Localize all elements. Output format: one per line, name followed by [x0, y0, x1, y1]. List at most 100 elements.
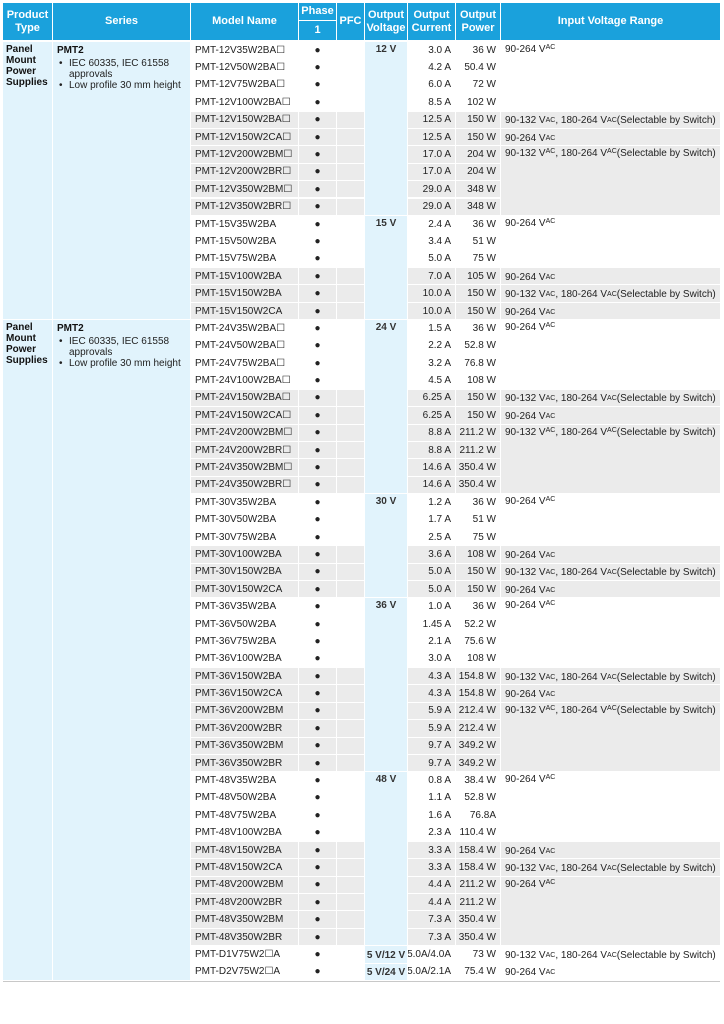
output-current-cell: 10.0 A [408, 285, 455, 302]
series-name: PMT2 [57, 323, 84, 335]
output-current-cell: 6.25 A [408, 389, 455, 407]
pfc-cell [337, 946, 364, 963]
output-current-cell: 8.8 A [408, 441, 455, 459]
output-current-cell: 12.5 A [408, 128, 455, 146]
input-voltage-range-cell: 90-264 V AC [501, 215, 720, 268]
pfc-cell [337, 876, 364, 894]
pfc-cell [337, 337, 364, 354]
series-feature: Low profile 30 mm height [59, 80, 186, 91]
output-current-cell: 5.0A/2.1A [408, 963, 455, 980]
phase-dot: ● [299, 859, 336, 876]
model-name-cell: PMT-15V150W2CA [191, 302, 298, 320]
output-voltage-cell: 5 V/24 V [365, 963, 407, 980]
model-name-cell: PMT-12V150W2BA☐ [191, 111, 298, 128]
input-voltage-range-cell: 90-264 V AC [501, 581, 720, 598]
phase-dot: ● [299, 111, 336, 128]
model-name-cell: PMT-15V35W2BA [191, 215, 298, 233]
output-current-cell: 9.7 A [408, 737, 455, 754]
output-current-cell: 14.6 A [408, 476, 455, 494]
output-power-cell: 211.2 W [456, 424, 500, 441]
output-power-cell: 75 W [456, 528, 500, 546]
model-name-cell: PMT-30V150W2BA [191, 563, 298, 581]
phase-dot: ● [299, 337, 336, 354]
model-name-cell: PMT-12V200W2BM☐ [191, 146, 298, 163]
model-name-cell: PMT-48V150W2CA [191, 859, 298, 876]
pfc-cell [337, 59, 364, 76]
phase-dot: ● [299, 963, 336, 980]
phase-dot: ● [299, 685, 336, 702]
model-name-cell: PMT-24V75W2BA☐ [191, 355, 298, 372]
input-voltage-range-cell: 90-264 V AC [501, 963, 720, 980]
model-name-cell: PMT-15V50W2BA [191, 233, 298, 250]
input-voltage-range-cell: 90-264 V AC [501, 772, 720, 841]
input-voltage-range-cell: 90-264 V AC [501, 841, 720, 859]
output-current-cell: 29.0 A [408, 198, 455, 215]
input-voltage-range-cell: 90-264 V AC [501, 546, 720, 563]
model-name-cell: PMT-24V100W2BA☐ [191, 372, 298, 389]
header-phase: Phase [299, 3, 336, 20]
output-power-cell: 211.2 W [456, 876, 500, 894]
phase-dot: ● [299, 772, 336, 789]
output-power-cell: 36 W [456, 598, 500, 615]
phase-dot: ● [299, 146, 336, 163]
output-current-cell: 3.4 A [408, 233, 455, 250]
phase-dot: ● [299, 163, 336, 181]
output-power-cell: 73 W [456, 946, 500, 963]
output-power-cell: 158.4 W [456, 859, 500, 876]
output-current-cell: 1.45 A [408, 615, 455, 633]
output-power-cell: 105 W [456, 268, 500, 285]
output-power-cell: 38.4 W [456, 772, 500, 789]
series-cell: PMT2 IEC 60335, IEC 61558 approvalsLow pr… [53, 42, 190, 320]
phase-dot: ● [299, 911, 336, 928]
header-pfc: PFC [337, 3, 364, 40]
output-current-cell: 2.3 A [408, 824, 455, 841]
output-current-cell: 5.9 A [408, 702, 455, 720]
output-power-cell: 158.4 W [456, 841, 500, 859]
output-power-cell: 50.4 W [456, 59, 500, 76]
table-bottom-border [3, 981, 720, 982]
phase-dot: ● [299, 76, 336, 94]
output-voltage-cell: 36 V [365, 598, 407, 772]
output-current-cell: 1.6 A [408, 807, 455, 824]
output-current-cell: 9.7 A [408, 754, 455, 772]
phase-dot: ● [299, 320, 336, 337]
pfc-cell [337, 702, 364, 720]
output-current-cell: 17.0 A [408, 146, 455, 163]
model-name-cell: PMT-12V100W2BA☐ [191, 94, 298, 111]
phase-dot: ● [299, 702, 336, 720]
output-power-cell: 204 W [456, 163, 500, 181]
phase-dot: ● [299, 615, 336, 633]
pfc-cell [337, 459, 364, 476]
output-power-cell: 108 W [456, 650, 500, 667]
output-current-cell: 3.6 A [408, 546, 455, 563]
output-current-cell: 12.5 A [408, 111, 455, 128]
output-power-cell: 52.8 W [456, 789, 500, 807]
model-name-cell: PMT-12V150W2CA☐ [191, 128, 298, 146]
phase-dot: ● [299, 268, 336, 285]
output-current-cell: 8.5 A [408, 94, 455, 111]
pfc-cell [337, 528, 364, 546]
output-power-cell: 52.8 W [456, 337, 500, 354]
output-power-cell: 350.4 W [456, 928, 500, 946]
header-input-voltage-range: Input Voltage Range [501, 3, 720, 40]
header-phase-text: Phase [301, 5, 334, 17]
phase-dot: ● [299, 633, 336, 650]
phase-dot: ● [299, 563, 336, 581]
model-name-cell: PMT-48V350W2BM [191, 911, 298, 928]
pfc-cell [337, 650, 364, 667]
header-phase-1-text: 1 [314, 24, 321, 36]
output-power-cell: 350.4 W [456, 476, 500, 494]
output-current-cell: 5.9 A [408, 720, 455, 737]
phase-dot: ● [299, 94, 336, 111]
phase-dot: ● [299, 42, 336, 59]
input-voltage-range-cell: 90-132 V AC, 180-264 V AC (Selectable by S… [501, 389, 720, 407]
phase-dot: ● [299, 894, 336, 911]
model-name-cell: PMT-15V100W2BA [191, 268, 298, 285]
model-name-cell: PMT-30V50W2BA [191, 511, 298, 528]
phase-dot: ● [299, 598, 336, 615]
output-voltage-cell: 15 V [365, 215, 407, 320]
model-name-cell: PMT-48V200W2BM [191, 876, 298, 894]
header-output-voltage-text: Output Voltage [366, 8, 406, 34]
model-name-cell: PMT-D1V75W2☐A [191, 946, 298, 963]
phase-dot: ● [299, 424, 336, 441]
